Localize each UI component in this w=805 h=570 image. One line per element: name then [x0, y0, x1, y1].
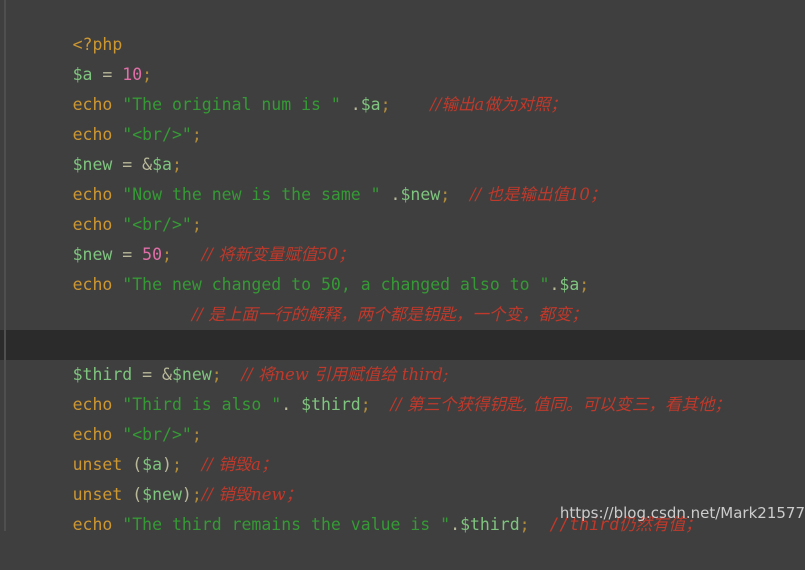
code-line[interactable]: // 是上面一行的解释，两个都是钥匙，一个变，都变；	[0, 270, 805, 324]
code-line[interactable]: echo "The new changed to 50, a changed a…	[0, 240, 805, 294]
gutter-divider	[4, 0, 6, 531]
code-line[interactable]: unset ($a); // 销毁a；	[0, 420, 805, 474]
code-line[interactable]: echo "<br/>";	[0, 300, 805, 354]
code-line[interactable]: echo "<br/>";	[0, 90, 805, 144]
code-line[interactable]: echo "<br/>";	[0, 180, 805, 234]
code-line[interactable]: $new = &$a;	[0, 120, 805, 174]
code-line[interactable]: echo "Now the new is the same " .$new; /…	[0, 150, 805, 204]
semicolon-token: ;	[519, 515, 530, 534]
string-token: "The third remains the value is "	[122, 515, 451, 534]
code-line-current[interactable]: $third = &$new; // 将new 引用赋值给 third;	[0, 330, 805, 384]
concat-token: .	[450, 515, 461, 534]
variable-token: $third	[460, 515, 520, 534]
code-line[interactable]: $a = 10;	[0, 30, 805, 84]
watermark-url: https://blog.csdn.net/Mark21577	[559, 504, 805, 522]
code-editor-view[interactable]: <?php $a = 10; echo "The original num is…	[0, 0, 805, 534]
code-line[interactable]: echo "<br/>";	[0, 390, 805, 444]
code-line[interactable]: <?php	[0, 0, 805, 54]
code-content[interactable]: <?php $a = 10; echo "The original num is…	[0, 0, 805, 534]
code-line[interactable]: $new = 50; // 将新变量赋值50；	[0, 210, 805, 264]
keyword-token: echo	[72, 515, 113, 534]
code-line[interactable]: echo "Third is also ". $third; // 第三个获得钥…	[0, 360, 805, 414]
code-line[interactable]: unset ($new);// 销毁new；	[0, 450, 805, 504]
code-line[interactable]: echo "The original num is " .$a; //输出a做为…	[0, 60, 805, 114]
